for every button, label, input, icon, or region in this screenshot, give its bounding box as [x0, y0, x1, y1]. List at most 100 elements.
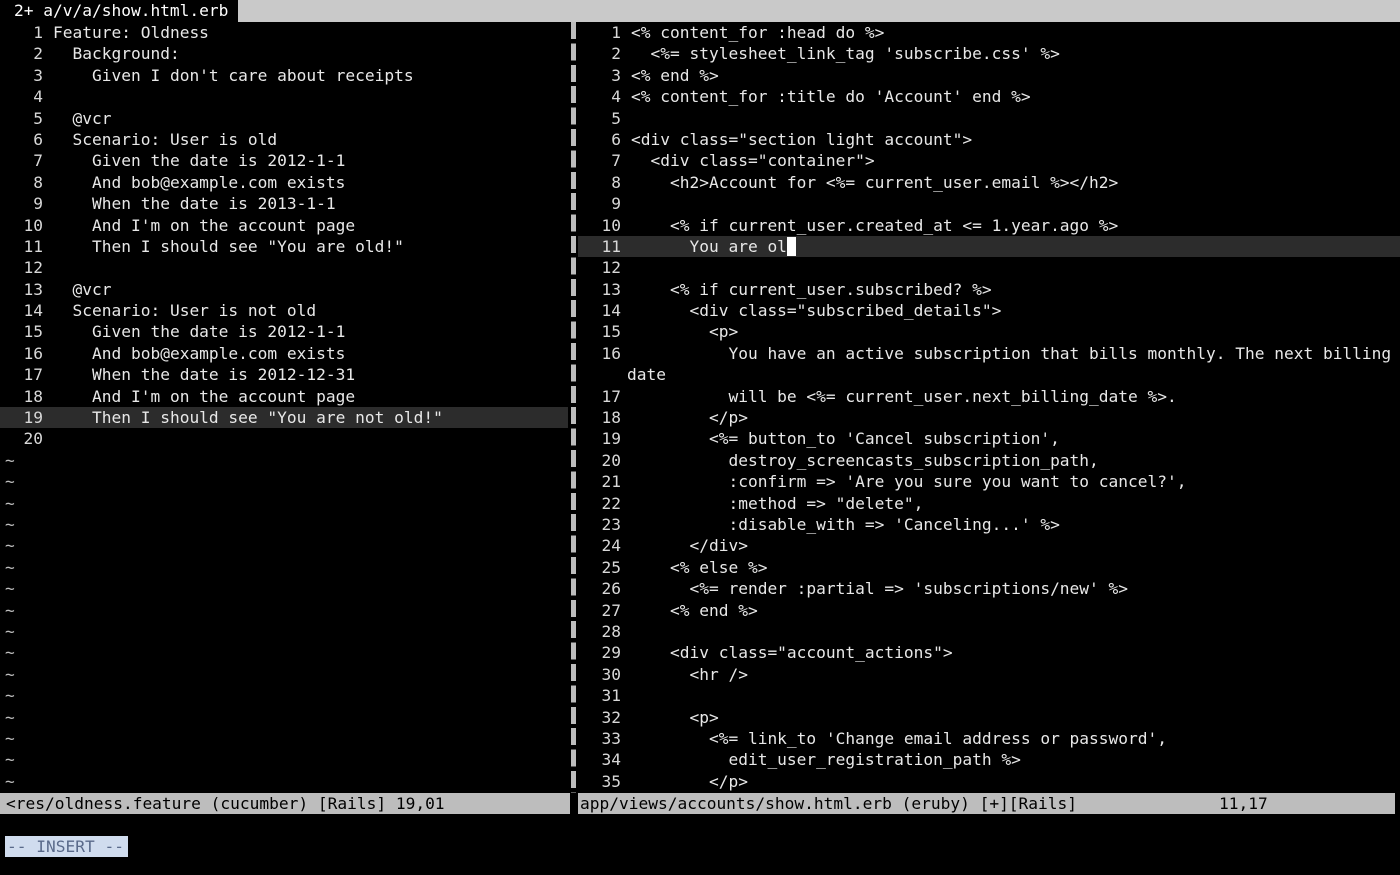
code-line[interactable]: 17 will be <%= current_user.next_billing… — [578, 386, 1400, 407]
line-text[interactable]: And I'm on the account page — [43, 216, 355, 235]
code-line[interactable]: 13 @vcr — [0, 279, 568, 300]
code-line[interactable]: 19 Then I should see "You are not old!" — [0, 407, 568, 429]
line-text[interactable]: <% if current_user.subscribed? %> — [621, 280, 992, 299]
line-text[interactable]: <p> — [621, 708, 718, 727]
line-text[interactable]: <div class="section light account"> — [621, 130, 972, 149]
line-text[interactable]: :disable_with => 'Canceling...' %> — [621, 515, 1059, 534]
line-text[interactable]: When the date is 2013-1-1 — [43, 194, 336, 213]
code-line[interactable]: 17 When the date is 2012-12-31 — [0, 364, 568, 385]
code-line[interactable]: 10 <% if current_user.created_at <= 1.ye… — [578, 215, 1400, 236]
code-line[interactable]: 19 <%= button_to 'Cancel subscription', — [578, 428, 1400, 449]
code-line[interactable]: 7 Given the date is 2012-1-1 — [0, 150, 568, 171]
code-line[interactable]: 8 And bob@example.com exists — [0, 172, 568, 193]
line-text[interactable]: <% end %> — [621, 66, 719, 85]
code-line[interactable]: 3 <% end %> — [578, 65, 1400, 86]
line-text[interactable]: <% content_for :title do 'Account' end %… — [621, 87, 1031, 106]
code-line[interactable]: 1 <% content_for :head do %> — [578, 22, 1400, 43]
code-line[interactable]: 31 — [578, 685, 1400, 706]
line-text[interactable]: <%= render :partial => 'subscriptions/ne… — [621, 579, 1128, 598]
line-text[interactable]: <div class="subscribed_details"> — [621, 301, 1001, 320]
line-text[interactable]: <hr /> — [621, 665, 747, 684]
line-text[interactable]: <% else %> — [621, 558, 767, 577]
line-text[interactable]: And bob@example.com exists — [43, 173, 345, 192]
code-line[interactable]: 16 You have an active subscription that … — [578, 343, 1400, 364]
code-line[interactable]: 30 <hr /> — [578, 664, 1400, 685]
code-line[interactable]: 5 @vcr — [0, 108, 568, 129]
code-line[interactable]: 34 edit_user_registration_path %> — [578, 749, 1400, 770]
code-line[interactable]: 20 destroy_screencasts_subscription_path… — [578, 450, 1400, 471]
line-text[interactable] — [621, 686, 631, 705]
code-line[interactable]: 26 <%= render :partial => 'subscriptions… — [578, 578, 1400, 599]
line-text[interactable]: destroy_screencasts_subscription_path, — [621, 451, 1098, 470]
line-text[interactable] — [621, 194, 631, 213]
code-line[interactable]: 10 And I'm on the account page — [0, 215, 568, 236]
line-text[interactable]: You are ol — [621, 237, 786, 256]
code-line[interactable]: 8 <h2>Account for <%= current_user.email… — [578, 172, 1400, 193]
line-text[interactable]: Given the date is 2012-1-1 — [43, 322, 345, 341]
code-line[interactable]: 15 <p> — [578, 321, 1400, 342]
line-text[interactable]: </p> — [621, 772, 748, 791]
line-text[interactable]: Feature: Oldness — [43, 23, 209, 42]
line-text[interactable] — [621, 109, 631, 128]
code-line[interactable]: 6 Scenario: User is old — [0, 129, 568, 150]
line-text[interactable]: date — [578, 365, 666, 384]
line-text[interactable]: <% if current_user.created_at <= 1.year.… — [621, 216, 1118, 235]
line-text[interactable]: <% content_for :head do %> — [621, 23, 884, 42]
code-line[interactable]: 12 — [578, 257, 1400, 278]
code-line[interactable]: 24 </div> — [578, 535, 1400, 556]
vertical-split-divider[interactable] — [571, 22, 576, 793]
line-text[interactable]: </p> — [621, 408, 748, 427]
code-line[interactable]: 13 <% if current_user.subscribed? %> — [578, 279, 1400, 300]
code-line[interactable]: 14 <div class="subscribed_details"> — [578, 300, 1400, 321]
code-line[interactable]: 11 You are ol — [578, 235, 1400, 258]
line-text[interactable]: Background: — [43, 44, 179, 63]
line-text[interactable]: <div class="account_actions"> — [621, 643, 953, 662]
line-text[interactable]: <p> — [621, 322, 738, 341]
line-text[interactable]: <% end %> — [621, 601, 758, 620]
code-line[interactable]: 16 And bob@example.com exists — [0, 343, 568, 364]
line-text[interactable]: Given the date is 2012-1-1 — [43, 151, 345, 170]
code-line[interactable]: 29 <div class="account_actions"> — [578, 642, 1400, 663]
line-text[interactable]: Scenario: User is not old — [43, 301, 316, 320]
line-text[interactable]: Then I should see "You are old!" — [43, 237, 404, 256]
line-text[interactable]: <h2>Account for <%= current_user.email %… — [621, 173, 1118, 192]
line-text[interactable] — [43, 87, 53, 106]
line-text[interactable]: <%= link_to 'Change email address or pas… — [621, 729, 1167, 748]
line-text[interactable]: Given I don't care about receipts — [43, 66, 414, 85]
code-line[interactable]: 27 <% end %> — [578, 600, 1400, 621]
code-line[interactable]: 23 :disable_with => 'Canceling...' %> — [578, 514, 1400, 535]
line-text[interactable]: :confirm => 'Are you sure you want to ca… — [621, 472, 1186, 491]
left-editor-pane[interactable]: 1 Feature: Oldness 2 Background: 3 Given I … — [0, 22, 568, 793]
code-line[interactable]: 33 <%= link_to 'Change email address or … — [578, 728, 1400, 749]
line-text[interactable]: And bob@example.com exists — [43, 344, 345, 363]
line-text[interactable] — [43, 429, 53, 448]
line-text[interactable]: @vcr — [43, 280, 111, 299]
code-line[interactable]: 35 </p> — [578, 771, 1400, 792]
line-text[interactable] — [621, 258, 631, 277]
code-line[interactable]: 4 — [0, 86, 568, 107]
code-line[interactable]: 22 :method => "delete", — [578, 493, 1400, 514]
line-text[interactable]: Then I should see "You are not old!" — [43, 408, 443, 427]
code-line[interactable]: 14 Scenario: User is not old — [0, 300, 568, 321]
right-editor-pane[interactable]: 1 <% content_for :head do %> 2 <%= stylesh… — [578, 22, 1400, 793]
code-line[interactable]: 12 — [0, 257, 568, 278]
code-line[interactable]: 20 — [0, 428, 568, 449]
line-text[interactable] — [43, 258, 53, 277]
code-line[interactable]: 9 — [578, 193, 1400, 214]
tab-active[interactable]: 2+ a/v/a/show.html.erb — [0, 0, 238, 22]
line-text[interactable]: </div> — [621, 536, 747, 555]
line-text[interactable]: :method => "delete", — [621, 494, 923, 513]
line-text[interactable]: will be <%= current_user.next_billing_da… — [621, 387, 1176, 406]
code-line[interactable]: 2 Background: — [0, 43, 568, 64]
line-text[interactable]: You have an active subscription that bil… — [621, 344, 1391, 363]
line-text[interactable]: And I'm on the account page — [43, 387, 355, 406]
line-text[interactable]: <div class="container"> — [621, 151, 874, 170]
code-line[interactable]: 18 And I'm on the account page — [0, 386, 568, 407]
line-text[interactable]: edit_user_registration_path %> — [621, 750, 1020, 769]
line-text[interactable]: When the date is 2012-12-31 — [43, 365, 355, 384]
code-line[interactable]: 11 Then I should see "You are old!" — [0, 236, 568, 257]
code-line[interactable]: 2 <%= stylesheet_link_tag 'subscribe.css… — [578, 43, 1400, 64]
line-text[interactable]: @vcr — [43, 109, 111, 128]
code-line[interactable]: 3 Given I don't care about receipts — [0, 65, 568, 86]
code-line[interactable]: date — [578, 364, 1400, 385]
